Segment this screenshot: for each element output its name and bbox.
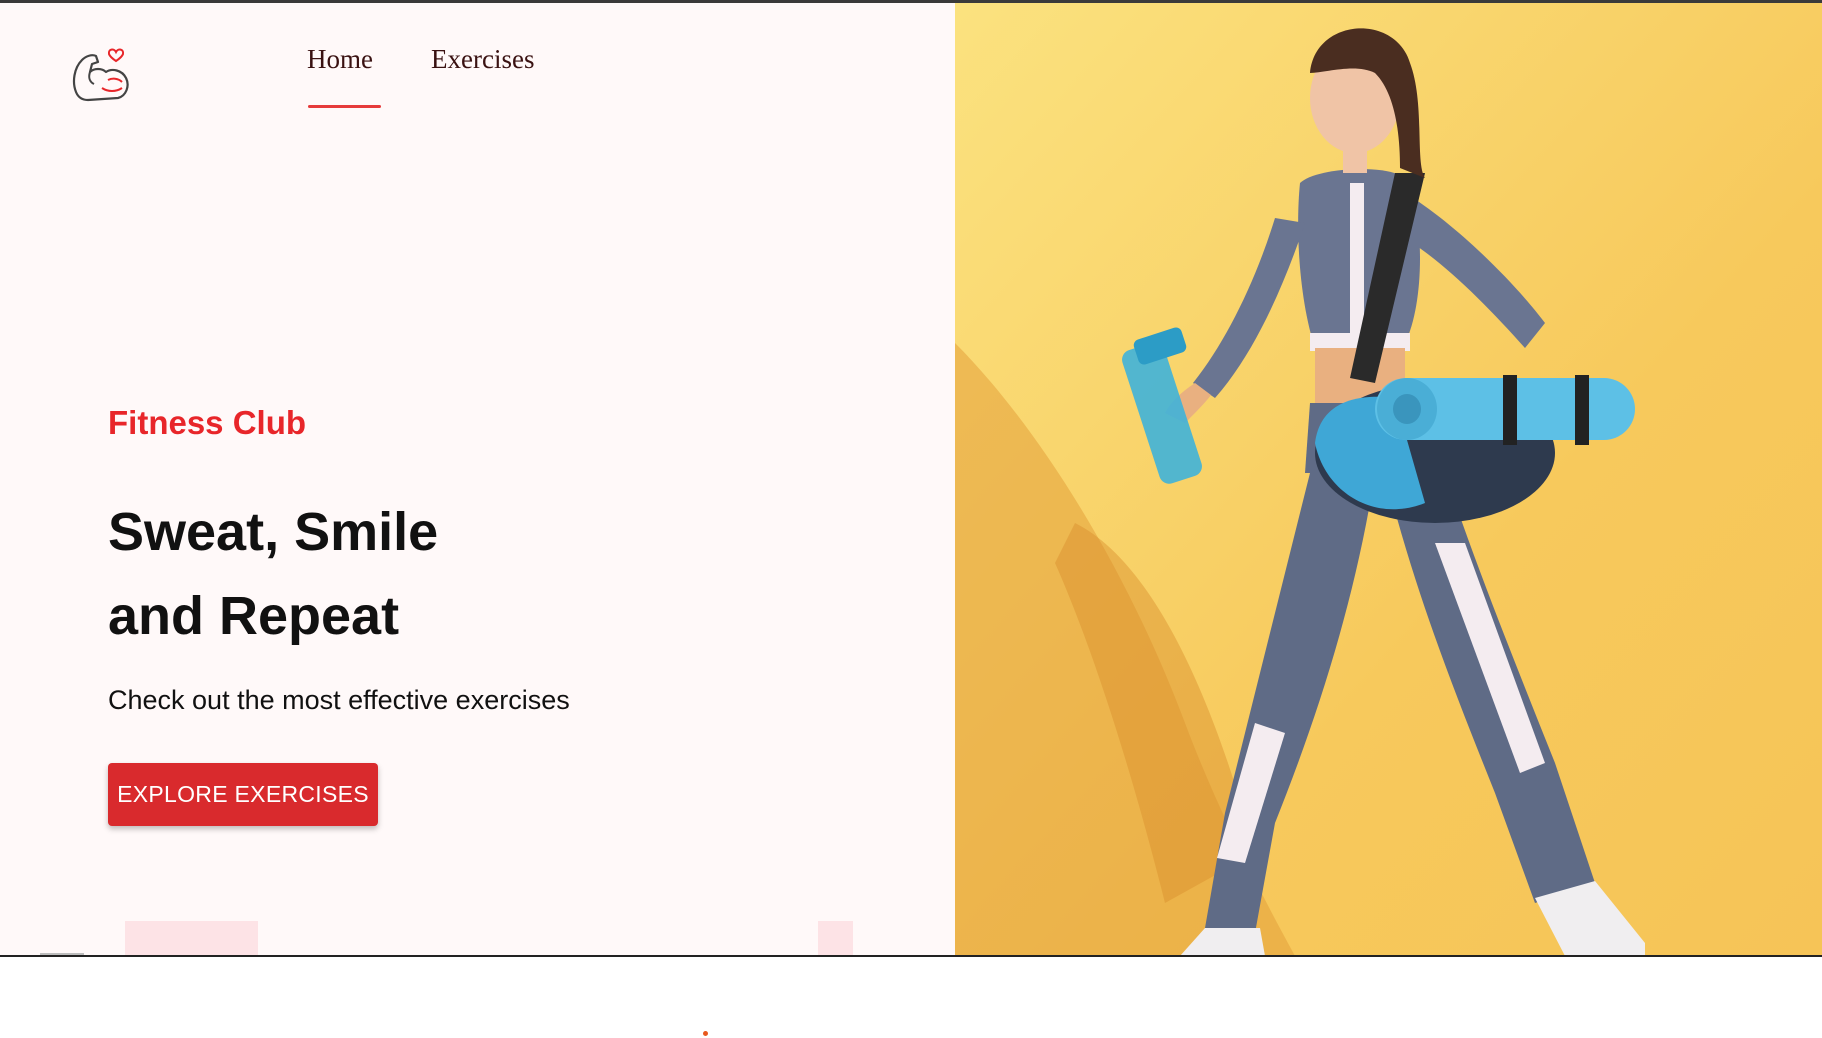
nav-home-link[interactable]: Home: [307, 44, 373, 75]
decorative-dot: [703, 1031, 708, 1036]
explore-exercises-button[interactable]: EXPLORE EXERCISES: [108, 763, 378, 826]
hero-headline-line2: and Repeat: [108, 586, 400, 646]
hero-photo: [955, 3, 1822, 956]
nav-exercises-link[interactable]: Exercises: [431, 44, 534, 75]
hero-divider: [0, 955, 1822, 957]
hero-headline-line1: Sweat, Smile: [108, 502, 439, 562]
woman-with-yoga-mat-photo: [955, 3, 1822, 956]
nav-active-indicator: [308, 105, 381, 108]
hero-headline: Sweat, Smile and Repeat: [108, 490, 438, 658]
hero-subtext: Check out the most effective exercises: [108, 685, 570, 715]
decorative-block: [125, 921, 258, 955]
flexed-arm-heart-icon[interactable]: [68, 42, 132, 106]
decorative-block: [818, 921, 853, 955]
hero-tag: Fitness Club: [108, 404, 307, 441]
